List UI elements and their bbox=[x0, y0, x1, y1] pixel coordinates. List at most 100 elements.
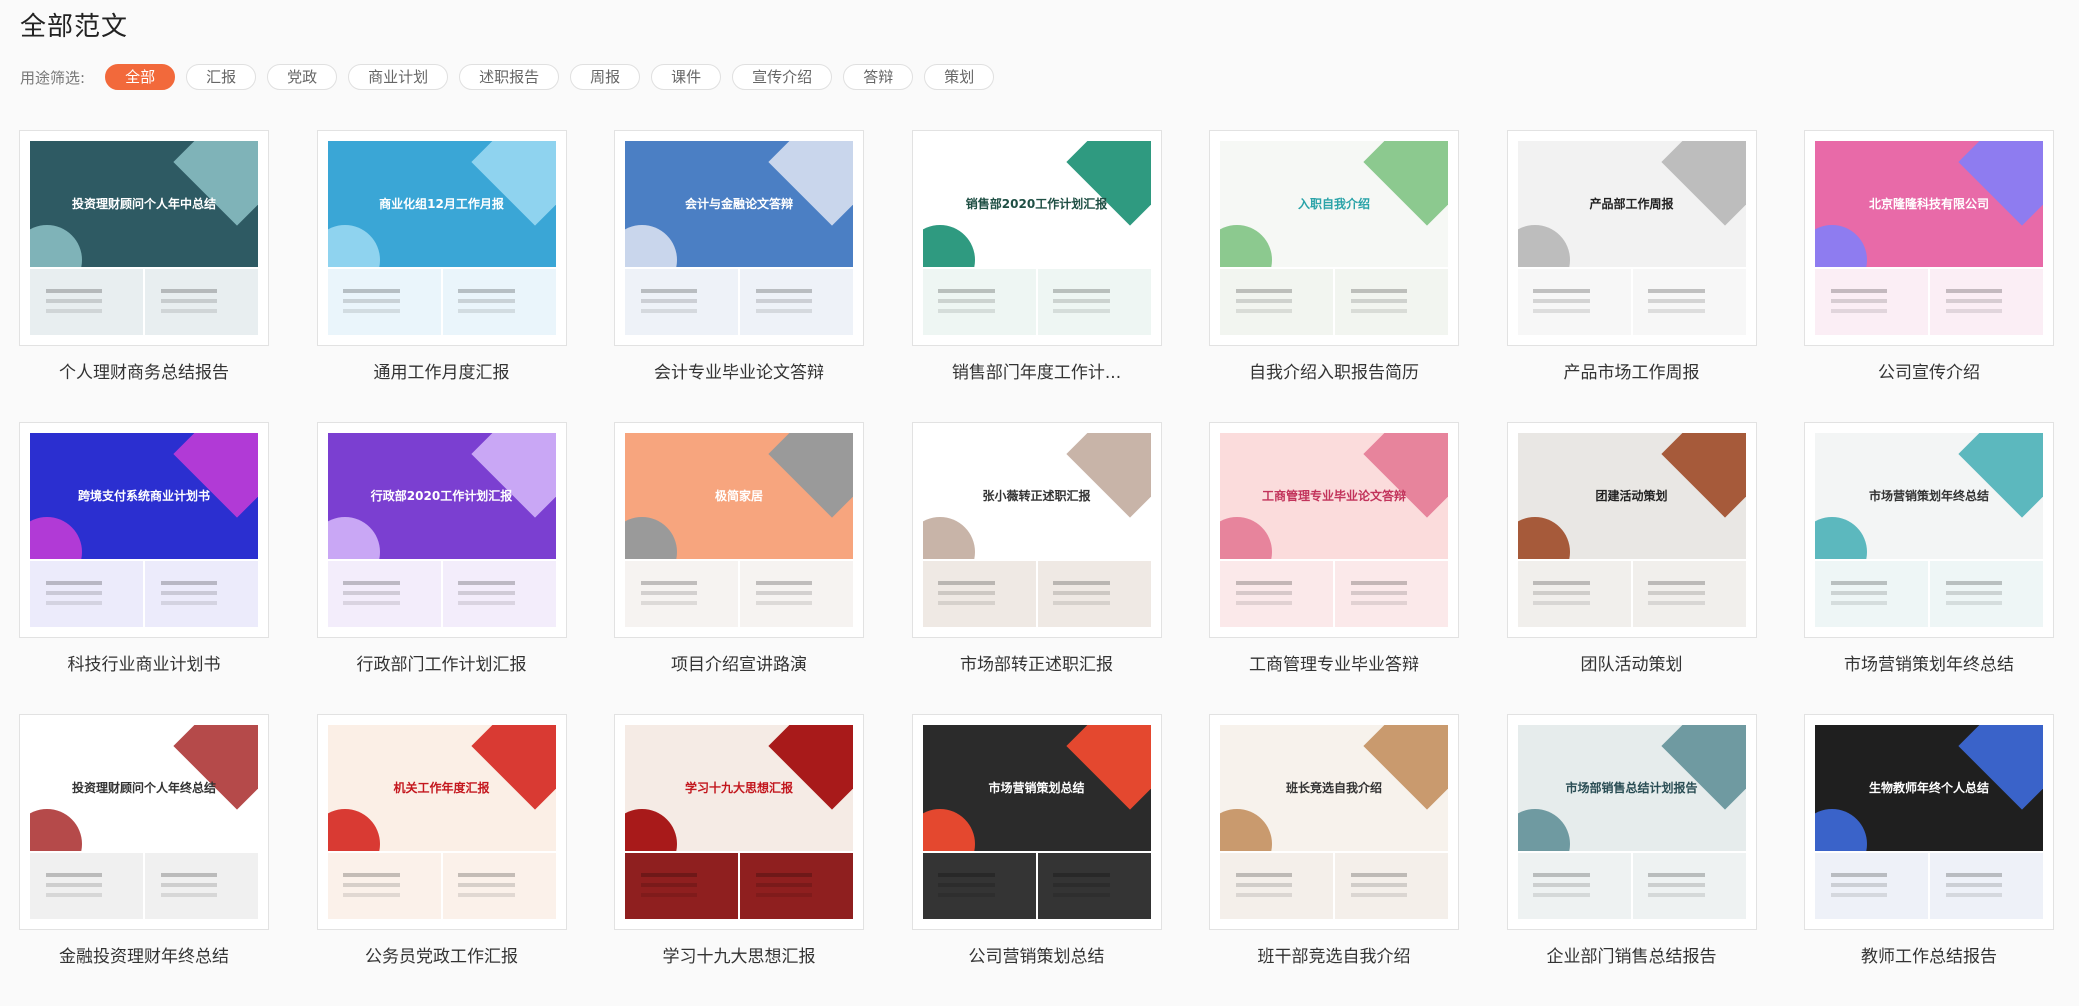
decor-shape bbox=[1958, 433, 2043, 518]
decor-shape bbox=[1220, 809, 1272, 851]
template-card[interactable]: 入职自我介绍自我介绍入职报告简历 bbox=[1209, 130, 1459, 422]
template-card[interactable]: 市场部销售总结计划报告企业部门销售总结报告 bbox=[1506, 714, 1757, 1006]
cover-slide-preview: 跨境支付系统商业计划书 bbox=[30, 433, 258, 559]
template-title[interactable]: 班干部竞选自我介绍 bbox=[1209, 942, 1459, 967]
slide-preview-title: 班长竞选自我介绍 bbox=[1285, 781, 1382, 795]
decor-shape bbox=[1660, 433, 1746, 518]
template-card[interactable]: 工商管理专业毕业论文答辩工商管理专业毕业答辩 bbox=[1209, 422, 1459, 714]
template-thumbnail[interactable]: 张小薇转正述职汇报 bbox=[911, 422, 1162, 638]
template-title[interactable]: 公务员党政工作汇报 bbox=[317, 942, 567, 967]
filter-chip-business-plan[interactable]: 商业计划 bbox=[348, 64, 449, 90]
cover-slide-preview: 投资理财顾问个人年中总结 bbox=[30, 141, 258, 267]
template-title[interactable]: 会计专业毕业论文答辩 bbox=[614, 358, 864, 383]
slide-preview-title: 生物教师年终个人总结 bbox=[1868, 781, 1989, 795]
decor-shape bbox=[768, 433, 853, 518]
template-thumbnail[interactable]: 生物教师年终个人总结 bbox=[1804, 714, 2054, 930]
content-slide-preview bbox=[740, 853, 853, 919]
filter-chip-all[interactable]: 全部 bbox=[105, 64, 176, 90]
template-title[interactable]: 个人理财商务总结报告 bbox=[19, 358, 269, 383]
template-title[interactable]: 通用工作月度汇报 bbox=[317, 358, 567, 383]
template-card[interactable]: 商业化组12月工作月报通用工作月度汇报 bbox=[316, 130, 567, 422]
template-thumbnail[interactable]: 机关工作年度汇报 bbox=[316, 714, 567, 930]
decor-shape bbox=[625, 809, 677, 851]
template-card[interactable]: 北京隆隆科技有限公司公司宣传介绍 bbox=[1804, 130, 2054, 422]
filter-chip-courseware[interactable]: 课件 bbox=[651, 64, 722, 90]
template-thumbnail[interactable]: 市场部销售总结计划报告 bbox=[1506, 714, 1757, 930]
template-card[interactable]: 产品部工作周报产品市场工作周报 bbox=[1506, 130, 1757, 422]
template-thumbnail[interactable]: 入职自我介绍 bbox=[1209, 130, 1459, 346]
template-title[interactable]: 项目介绍宣讲路演 bbox=[614, 650, 864, 675]
filter-chip-weekly[interactable]: 周报 bbox=[570, 64, 641, 90]
decor-shape bbox=[1815, 809, 1867, 851]
decor-shape bbox=[1220, 517, 1272, 559]
template-title[interactable]: 行政部门工作计划汇报 bbox=[317, 650, 567, 675]
decor-shape bbox=[1220, 225, 1272, 267]
decor-shape bbox=[625, 225, 677, 267]
cover-slide-preview: 班长竞选自我介绍 bbox=[1220, 725, 1448, 851]
template-card[interactable]: 会计与金融论文答辩会计专业毕业论文答辩 bbox=[614, 130, 864, 422]
content-slide-preview bbox=[327, 853, 441, 919]
filter-chip-defense[interactable]: 答辩 bbox=[843, 64, 914, 90]
decor-shape bbox=[470, 725, 556, 810]
cover-slide-preview: 极简家居 bbox=[625, 433, 853, 559]
template-title[interactable]: 科技行业商业计划书 bbox=[19, 650, 269, 675]
content-slide-preview bbox=[1930, 269, 2043, 335]
template-thumbnail[interactable]: 极简家居 bbox=[614, 422, 864, 638]
filter-chip-promotion[interactable]: 宣传介绍 bbox=[732, 64, 833, 90]
template-title[interactable]: 工商管理专业毕业答辩 bbox=[1209, 650, 1459, 675]
template-card[interactable]: 生物教师年终个人总结教师工作总结报告 bbox=[1804, 714, 2054, 1006]
template-card[interactable]: 市场营销策划总结公司营销策划总结 bbox=[911, 714, 1162, 1006]
slide-preview-title: 投资理财顾问个人年中总结 bbox=[71, 197, 216, 211]
template-card[interactable]: 机关工作年度汇报公务员党政工作汇报 bbox=[316, 714, 567, 1006]
template-title[interactable]: 产品市场工作周报 bbox=[1507, 358, 1757, 383]
content-slide-preview bbox=[1517, 853, 1631, 919]
template-title[interactable]: 自我介绍入职报告简历 bbox=[1209, 358, 1459, 383]
content-slide-preview bbox=[1037, 853, 1151, 919]
template-thumbnail[interactable]: 商业化组12月工作月报 bbox=[316, 130, 567, 346]
template-thumbnail[interactable]: 团建活动策划 bbox=[1506, 422, 1757, 638]
template-thumbnail[interactable]: 市场营销策划总结 bbox=[911, 714, 1162, 930]
template-card[interactable]: 团建活动策划团队活动策划 bbox=[1506, 422, 1757, 714]
template-thumbnail[interactable]: 销售部2020工作计划汇报 bbox=[911, 130, 1162, 346]
template-title[interactable]: 公司营销策划总结 bbox=[912, 942, 1162, 967]
template-thumbnail[interactable]: 北京隆隆科技有限公司 bbox=[1804, 130, 2054, 346]
template-card[interactable]: 行政部2020工作计划汇报行政部门工作计划汇报 bbox=[316, 422, 567, 714]
template-card[interactable]: 学习十九大思想汇报 学习十九大思想汇报 bbox=[614, 714, 864, 1006]
template-card[interactable]: 班长竞选自我介绍班干部竞选自我介绍 bbox=[1209, 714, 1459, 1006]
template-thumbnail[interactable]: 产品部工作周报 bbox=[1506, 130, 1757, 346]
template-card[interactable]: 市场营销策划年终总结 市场营销策划年终总结 bbox=[1804, 422, 2054, 714]
template-card[interactable]: 投资理财顾问个人年终总结金融投资理财年终总结 bbox=[19, 714, 269, 1006]
template-card[interactable]: 投资理财顾问个人年中总结个人理财商务总结报告 bbox=[19, 130, 269, 422]
template-thumbnail[interactable]: 班长竞选自我介绍 bbox=[1209, 714, 1459, 930]
template-title[interactable]: 团队活动策划 bbox=[1507, 650, 1757, 675]
template-thumbnail[interactable]: 投资理财顾问个人年终总结 bbox=[19, 714, 269, 930]
template-card[interactable]: 跨境支付系统商业计划书科技行业商业计划书 bbox=[19, 422, 269, 714]
template-thumbnail[interactable]: 投资理财顾问个人年中总结 bbox=[19, 130, 269, 346]
template-thumbnail[interactable]: 行政部2020工作计划汇报 bbox=[316, 422, 567, 638]
template-title[interactable]: 市场部转正述职汇报 bbox=[912, 650, 1162, 675]
cover-slide-preview: 生物教师年终个人总结 bbox=[1815, 725, 2043, 851]
template-title[interactable]: 市场营销策划年终总结 bbox=[1804, 650, 2054, 675]
template-title[interactable]: 公司宣传介绍 bbox=[1804, 358, 2054, 383]
template-card[interactable]: 极简家居项目介绍宣讲路演 bbox=[614, 422, 864, 714]
template-thumbnail[interactable]: 学习十九大思想汇报 bbox=[614, 714, 864, 930]
template-thumbnail[interactable]: 工商管理专业毕业论文答辩 bbox=[1209, 422, 1459, 638]
template-card[interactable]: 张小薇转正述职汇报市场部转正述职汇报 bbox=[911, 422, 1162, 714]
filter-chip-debrief[interactable]: 述职报告 bbox=[459, 64, 560, 90]
decor-shape bbox=[30, 517, 82, 559]
template-title[interactable]: 金融投资理财年终总结 bbox=[19, 942, 269, 967]
template-thumbnail[interactable]: 市场营销策划年终总结 bbox=[1804, 422, 2054, 638]
filter-chip-party[interactable]: 党政 bbox=[267, 64, 338, 90]
template-title[interactable]: 教师工作总结报告 bbox=[1804, 942, 2054, 967]
filter-chip-planning[interactable]: 策划 bbox=[924, 64, 995, 90]
template-thumbnail[interactable]: 跨境支付系统商业计划书 bbox=[19, 422, 269, 638]
template-title[interactable]: 销售部门年度工作计... bbox=[912, 358, 1162, 383]
template-title[interactable]: 学习十九大思想汇报 bbox=[614, 942, 864, 967]
filter-chip-report[interactable]: 汇报 bbox=[186, 64, 257, 90]
template-card[interactable]: 销售部2020工作计划汇报销售部门年度工作计... bbox=[911, 130, 1162, 422]
decor-shape bbox=[1660, 141, 1746, 226]
decor-shape bbox=[922, 517, 975, 559]
decor-shape bbox=[1065, 433, 1151, 518]
template-title[interactable]: 企业部门销售总结报告 bbox=[1507, 942, 1757, 967]
template-thumbnail[interactable]: 会计与金融论文答辩 bbox=[614, 130, 864, 346]
